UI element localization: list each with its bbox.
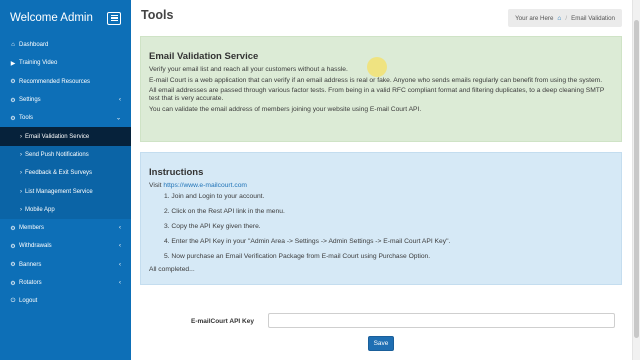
sidebar-subitem-email-validation[interactable]: › Email Validation Service [0,127,131,146]
gear-icon: ⚙ [10,262,16,269]
instruction-step: 2. Click on the Rest API link in the men… [164,207,285,215]
home-icon: ⌂ [11,42,15,49]
sidebar-item-settings[interactable]: ⚙ Settings ‹ [0,91,131,109]
gear-icon: ⚙ [10,115,16,122]
sidebar-item-label: Tools [19,115,34,122]
visit-line: Visit https://www.e-mailcourt.com [149,182,613,190]
breadcrumb-prefix: Your are Here [515,14,554,22]
gear-icon: ⚙ [10,225,16,232]
intro-panel: Email Validation Service Verify your ema… [140,36,622,142]
instructions-footer: All completed... [149,266,195,274]
sidebar-item-label: List Management Service [25,188,93,195]
sidebar-item-withdrawals[interactable]: ⚙ Withdrawals ‹ [0,237,131,255]
instructions-panel: Instructions Visit https://www.e-mailcou… [140,152,622,285]
chevron-right-icon: › [20,133,22,140]
sidebar-subitem-push-notifications[interactable]: › Send Push Notifications [0,145,131,165]
instruction-step: 1. Join and Login to your account. [164,192,265,200]
sidebar-item-label: Members [19,225,45,232]
save-button[interactable]: Save [368,336,394,351]
sidebar-subitem-list-management[interactable]: › List Management Service [0,182,131,201]
sidebar-subitem-mobile-app[interactable]: › Mobile App [0,200,131,219]
sidebar-nav: ⌂ Dashboard ▶ Training Video ⚙ Recommend… [0,36,131,310]
instruction-step: 5. Now purchase an Email Verification Pa… [164,253,431,261]
instructions-heading: Instructions [149,167,204,178]
sidebar-item-label: Email Validation Service [25,133,90,140]
gear-icon: ⚙ [10,280,16,287]
visit-prefix: Visit [149,182,162,189]
sidebar-item-rotators[interactable]: ⚙ Rotators ‹ [0,274,131,292]
sidebar-title: Welcome Admin [10,12,93,24]
home-icon[interactable]: ⌂ [557,15,561,22]
chevron-down-icon: ⌄ [115,115,121,122]
instruction-step: 4. Enter the API Key in your "Admin Area… [164,238,451,246]
chevron-left-icon: ‹ [119,97,121,104]
api-key-input[interactable] [268,313,615,328]
chevron-left-icon: ‹ [119,243,121,250]
sidebar-item-members[interactable]: ⚙ Members ‹ [0,219,131,237]
sidebar-item-label: Dashboard [19,42,49,49]
sidebar-item-recommended-resources[interactable]: ⚙ Recommended Resources [0,73,131,91]
api-key-label: E-mailCourt API Key [191,318,254,325]
intro-paragraph: E-mail Court is a web application that c… [149,76,603,84]
sidebar-item-tools[interactable]: ⚙ Tools ⌄ [0,109,131,127]
gear-icon: ⚙ [10,97,16,104]
chevron-right-icon: › [20,188,22,195]
sidebar-item-label: Training Video [19,60,58,67]
breadcrumb-separator: / [565,14,568,22]
breadcrumb: Your are Here ⌂ / Email Validation [508,9,622,27]
chevron-left-icon: ‹ [119,261,121,268]
page-title: Tools [141,8,174,22]
chevron-right-icon: › [20,151,22,158]
sidebar-item-label: Send Push Notifications [25,151,89,158]
sidebar-brand: Welcome Admin [0,0,131,36]
chevron-right-icon: › [20,170,22,177]
gear-icon: ⚙ [10,79,16,86]
chevron-right-icon: › [20,206,22,213]
gear-icon: ⚙ [10,243,16,250]
chevron-left-icon: ‹ [119,280,121,286]
sidebar-item-label: Banners [19,261,42,268]
intro-paragraph: All email addresses are passed through v… [149,87,605,103]
sidebar-item-label: Withdrawals [19,243,52,250]
scrollbar-thumb[interactable] [634,20,639,338]
e-mailcourt-link[interactable]: https://www.e-mailcourt.com [163,182,247,189]
breadcrumb-current: Email Validation [571,14,615,22]
play-icon: ▶ [10,60,16,67]
instruction-step: 3. Copy the API Key given there. [164,222,261,230]
sidebar-item-label: Mobile App [25,206,55,213]
sidebar-item-training-video[interactable]: ▶ Training Video [0,54,131,72]
intro-paragraph: You can validate the email address of me… [149,105,422,113]
sidebar-item-label: Settings [19,97,41,104]
instruction-steps: 1. Join and Login to your account. 2. Cl… [149,193,613,262]
page-scrollbar[interactable] [632,0,640,360]
cursor-highlight [367,57,387,77]
power-icon: ⏻ [10,297,16,304]
sidebar-item-label: Rotators [19,280,42,286]
sidebar-subitem-feedback-surveys[interactable]: › Feedback & Exit Surveys [0,164,131,183]
sidebar: Welcome Admin ⌂ Dashboard ▶ Training Vid… [0,0,131,360]
sidebar-item-label: Logout [19,298,38,305]
chevron-left-icon: ‹ [119,225,121,232]
sidebar-item-label: Recommended Resources [19,78,91,85]
menu-toggle-icon[interactable] [107,11,121,25]
sidebar-item-banners[interactable]: ⚙ Banners ‹ [0,256,131,274]
sidebar-item-logout[interactable]: ⏻ Logout [0,292,131,310]
main-content: Tools Your are Here ⌂ / Email Validation… [131,0,632,360]
sidebar-item-label: Feedback & Exit Surveys [25,170,93,177]
sidebar-item-dashboard[interactable]: ⌂ Dashboard [0,36,131,54]
